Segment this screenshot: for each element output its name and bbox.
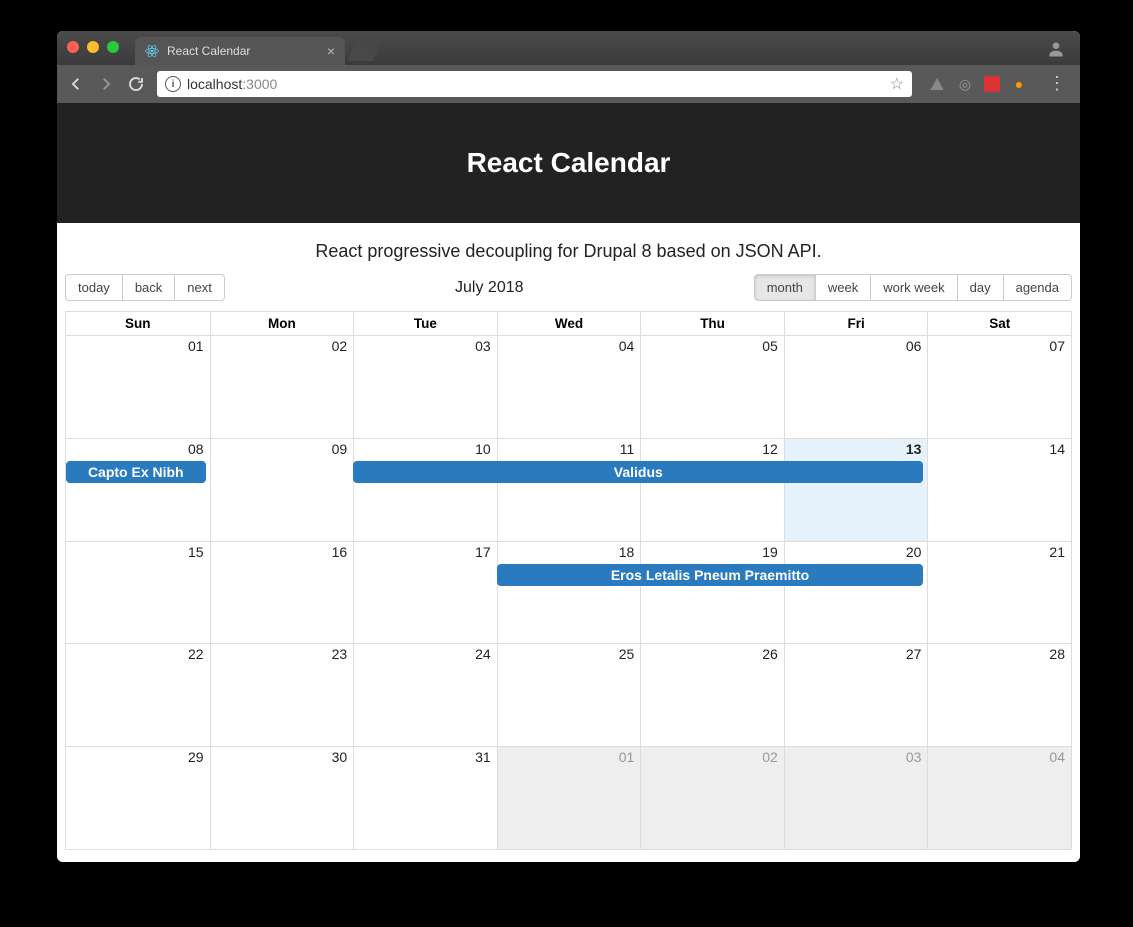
calendar-body: 0102030405060708091011121314Capto Ex Nib… [66, 335, 1071, 849]
page-subtitle: React progressive decoupling for Drupal … [57, 223, 1080, 274]
minimize-window-button[interactable] [87, 41, 99, 53]
react-favicon-icon [145, 44, 159, 58]
day-cell[interactable] [66, 644, 210, 746]
reload-button[interactable] [127, 75, 145, 93]
back-button[interactable] [67, 75, 85, 93]
day-cell[interactable] [210, 439, 354, 541]
calendar-row: 15161718192021Eros Letalis Pneum Praemit… [66, 541, 1071, 644]
day-cell[interactable] [784, 542, 928, 644]
view-workweek-button[interactable]: work week [871, 274, 957, 301]
day-cell[interactable] [927, 336, 1071, 438]
day-header: Sun [66, 312, 210, 335]
day-cell[interactable] [927, 747, 1071, 849]
day-cell[interactable] [784, 644, 928, 746]
browser-tab[interactable]: React Calendar × [135, 37, 345, 65]
day-cell[interactable] [497, 439, 641, 541]
address-bar[interactable]: i localhost:3000 ☆ [157, 71, 912, 97]
day-cell[interactable] [640, 439, 784, 541]
day-header: Mon [210, 312, 354, 335]
day-cell[interactable] [353, 439, 497, 541]
calendar-row: 29303101020304 [66, 746, 1071, 849]
bookmark-star-icon[interactable]: ☆ [890, 74, 904, 94]
site-info-icon[interactable]: i [165, 76, 181, 92]
calendar-event[interactable]: Capto Ex Nibh [66, 461, 206, 483]
calendar-row: 01020304050607 [66, 335, 1071, 438]
day-cell[interactable] [640, 336, 784, 438]
day-cell[interactable] [353, 336, 497, 438]
calendar-header-row: SunMonTueWedThuFriSat [66, 312, 1071, 335]
day-header: Tue [353, 312, 497, 335]
day-cell[interactable] [497, 542, 641, 644]
day-header: Thu [640, 312, 784, 335]
tab-title: React Calendar [167, 44, 250, 58]
vue-extension-icon[interactable] [928, 75, 946, 93]
day-header: Fri [784, 312, 928, 335]
view-week-button[interactable]: week [816, 274, 871, 301]
day-cell[interactable] [927, 644, 1071, 746]
calendar-toolbar: today back next July 2018 month week wor… [57, 274, 1080, 311]
window-controls [67, 41, 119, 53]
day-cell[interactable] [640, 644, 784, 746]
day-cell[interactable] [353, 747, 497, 849]
day-cell[interactable] [66, 439, 210, 541]
day-cell[interactable] [353, 542, 497, 644]
next-nav-button[interactable]: next [175, 274, 225, 301]
url-port: :3000 [242, 76, 277, 92]
calendar-row: 08091011121314Capto Ex NibhValidus [66, 438, 1071, 541]
page-hero: React Calendar [57, 103, 1080, 223]
day-cell[interactable] [497, 336, 641, 438]
day-cell[interactable] [210, 542, 354, 644]
orange-extension-icon[interactable]: ● [1010, 75, 1028, 93]
day-cell[interactable] [210, 747, 354, 849]
day-cell[interactable] [210, 644, 354, 746]
calendar-row: 22232425262728 [66, 643, 1071, 746]
day-cell[interactable] [640, 542, 784, 644]
extension-icons: ◎ ● [924, 75, 1032, 93]
circle-extension-icon[interactable]: ◎ [956, 75, 974, 93]
day-cell[interactable] [497, 747, 641, 849]
calendar-grid: SunMonTueWedThuFriSat 010203040506070809… [65, 311, 1072, 850]
page-content: React Calendar React progressive decoupl… [57, 103, 1080, 862]
tab-bar: React Calendar × [57, 31, 1080, 65]
forward-button[interactable] [97, 75, 115, 93]
url-text: localhost:3000 [187, 76, 884, 92]
view-agenda-button[interactable]: agenda [1004, 274, 1072, 301]
view-day-button[interactable]: day [958, 274, 1004, 301]
day-cell[interactable] [927, 439, 1071, 541]
day-cell[interactable] [927, 542, 1071, 644]
profile-icon[interactable] [1046, 39, 1066, 59]
day-cell[interactable] [353, 644, 497, 746]
day-cell[interactable] [784, 439, 928, 541]
browser-window: React Calendar × i localhost:3000 ☆ [57, 31, 1080, 862]
page-title: React Calendar [467, 147, 671, 179]
url-host: localhost [187, 76, 242, 92]
day-cell[interactable] [66, 542, 210, 644]
calendar-event[interactable]: Validus [353, 461, 923, 483]
view-button-group: month week work week day agenda [754, 274, 1072, 301]
day-cell[interactable] [66, 336, 210, 438]
back-nav-button[interactable]: back [123, 274, 175, 301]
view-month-button[interactable]: month [754, 274, 816, 301]
day-cell[interactable] [497, 644, 641, 746]
day-header: Sat [927, 312, 1071, 335]
new-tab-button[interactable] [347, 41, 380, 61]
day-cell[interactable] [66, 747, 210, 849]
maximize-window-button[interactable] [107, 41, 119, 53]
day-cell[interactable] [210, 336, 354, 438]
calendar-event[interactable]: Eros Letalis Pneum Praemitto [497, 564, 924, 586]
calendar-month-label: July 2018 [455, 279, 524, 297]
day-cell[interactable] [784, 747, 928, 849]
close-window-button[interactable] [67, 41, 79, 53]
day-cell[interactable] [784, 336, 928, 438]
browser-menu-button[interactable]: ⋮ [1044, 80, 1070, 87]
day-header: Wed [497, 312, 641, 335]
day-cell[interactable] [640, 747, 784, 849]
red-extension-icon[interactable] [984, 76, 1000, 92]
today-button[interactable]: today [65, 274, 123, 301]
browser-toolbar: i localhost:3000 ☆ ◎ ● ⋮ [57, 65, 1080, 103]
close-tab-button[interactable]: × [327, 44, 335, 58]
nav-button-group: today back next [65, 274, 225, 301]
